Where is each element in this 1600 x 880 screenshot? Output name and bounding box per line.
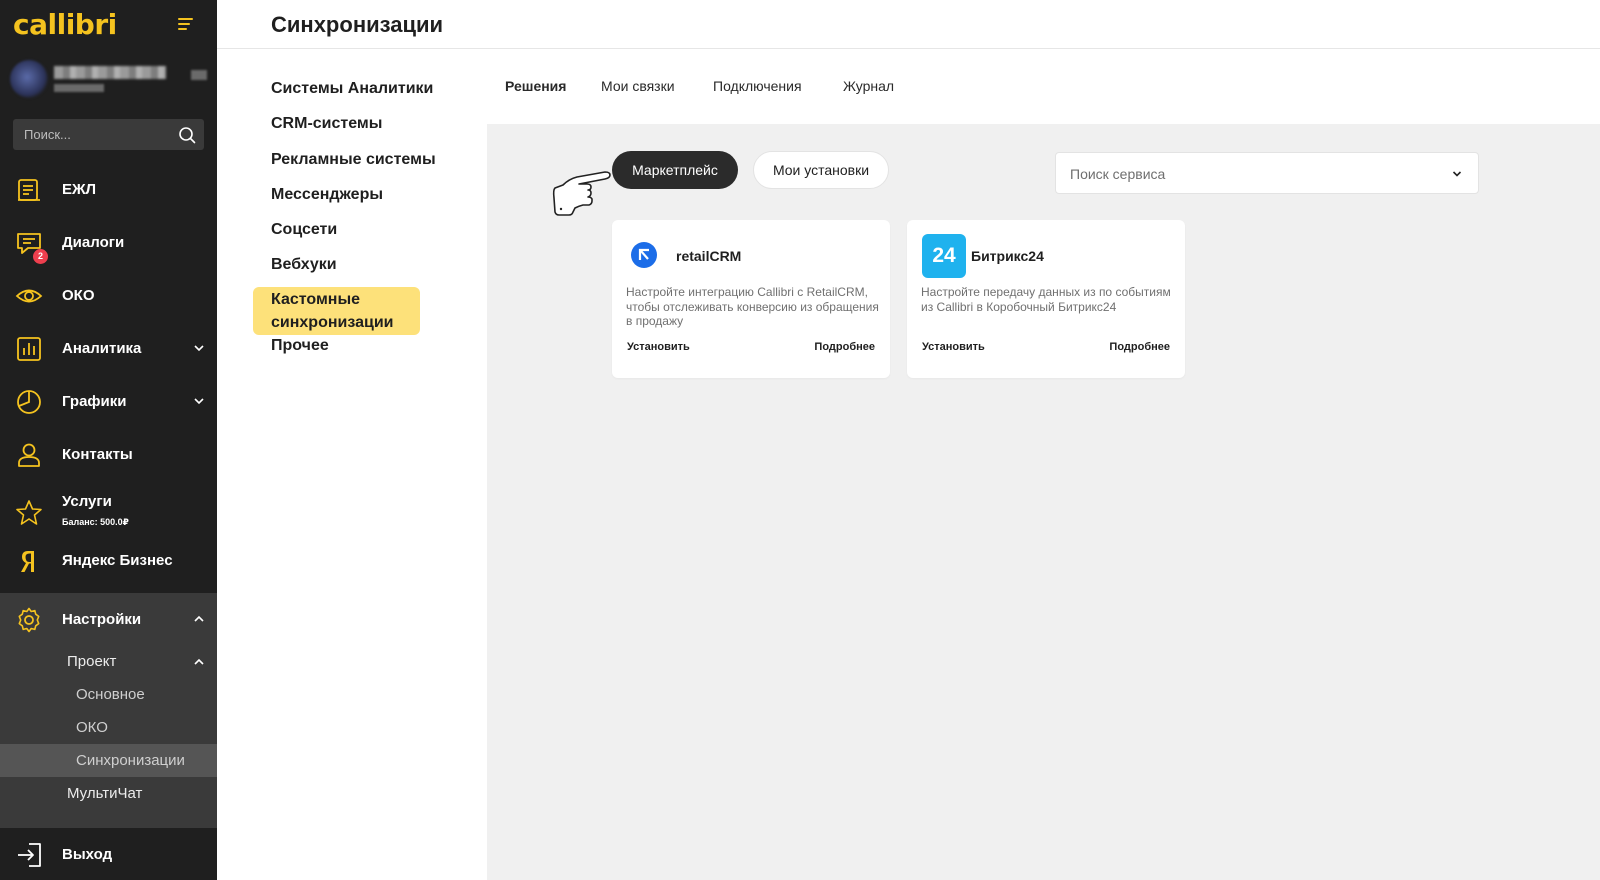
balance-text: Баланс: 500.0₽ [62, 517, 129, 527]
card-title: retailCRM [676, 248, 742, 264]
sidebar-item-charts[interactable]: Графики [0, 375, 217, 427]
chevron-up-icon[interactable] [193, 656, 205, 668]
eye-icon [15, 289, 43, 303]
install-button[interactable]: Установить [922, 341, 985, 353]
card-description: Настройте передачу данных из по событиям… [921, 285, 1171, 314]
tab-journal[interactable]: Журнал [843, 78, 894, 94]
sidebar-item-contacts[interactable]: Контакты [0, 428, 217, 480]
sidebar-header: callibri [0, 0, 217, 52]
sidebar-footer: Выход [0, 828, 217, 880]
bitrix24-logo-icon: 24 [922, 234, 966, 278]
category-other[interactable]: Прочее [271, 334, 329, 357]
install-button[interactable]: Установить [627, 341, 690, 353]
search-icon[interactable] [178, 126, 196, 144]
gear-icon [18, 607, 40, 633]
sidebar-subitem-label: Синхронизации [76, 752, 185, 769]
chevron-down-icon[interactable] [193, 342, 205, 354]
tab-solutions[interactable]: Решения [505, 78, 566, 94]
user-profile[interactable] [10, 60, 210, 100]
retailcrm-logo-icon [631, 234, 657, 268]
unread-badge: 2 [33, 249, 48, 264]
sidebar: callibri ЕЖЛ 2 Диалоги ОКО [0, 0, 217, 880]
user-icon [18, 443, 40, 467]
sidebar-subitem-main[interactable]: Основное [0, 678, 217, 711]
sidebar-item-ezhl[interactable]: ЕЖЛ [0, 163, 217, 215]
sidebar-subitem-label: Основное [76, 686, 145, 703]
main-content: Маркетплейс Мои установки Поиск сервиса … [487, 124, 1600, 880]
chevron-down-icon [1452, 171, 1462, 177]
my-installs-filter-button[interactable]: Мои установки [753, 151, 889, 189]
sidebar-search-input[interactable] [13, 119, 173, 150]
page-title: Синхронизации [271, 12, 444, 37]
chevron-up-icon[interactable] [193, 613, 205, 625]
card-description: Настройте интеграцию Callibri с RetailCR… [626, 285, 879, 328]
category-ads[interactable]: Рекламные системы [271, 148, 436, 171]
integration-card-bitrix24[interactable]: 24 Битрикс24 Настройте передачу данных и… [907, 220, 1185, 378]
sidebar-item-services[interactable]: Услуги Баланс: 500.0₽ [0, 481, 217, 539]
sidebar-item-label: Диалоги [62, 234, 125, 251]
sidebar-subitem-multichat[interactable]: МультиЧат [0, 777, 217, 810]
page-header: Синхронизации [217, 0, 1600, 49]
tab-connections[interactable]: Подключения [713, 78, 802, 94]
logout-label: Выход [62, 846, 113, 863]
profile-name-blurred [54, 66, 166, 79]
app-window: callibri ЕЖЛ 2 Диалоги ОКО [0, 0, 1600, 880]
marketplace-filter-button[interactable]: Маркетплейс [612, 151, 738, 189]
sidebar-item-label: ЕЖЛ [62, 181, 97, 198]
logout-button[interactable]: Выход [0, 828, 217, 880]
sidebar-item-label: ОКО [62, 287, 95, 304]
sidebar-item-settings[interactable]: Настройки [0, 593, 217, 645]
sidebar-subitem-label: МультиЧат [67, 785, 143, 802]
category-custom-sync[interactable]: Кастомные синхронизации [253, 287, 420, 335]
journal-icon [18, 179, 40, 201]
sidebar-item-label: Яндекс Бизнес [62, 552, 173, 569]
card-title: Битрикс24 [971, 248, 1044, 264]
category-social[interactable]: Соцсети [271, 218, 337, 241]
chevron-down-icon[interactable] [193, 395, 205, 407]
sidebar-item-label: Графики [62, 393, 127, 410]
sidebar-subitem-project[interactable]: Проект [0, 645, 217, 678]
sidebar-subitem-sync[interactable]: Синхронизации [0, 744, 217, 777]
bar-chart-icon [17, 337, 41, 361]
yandex-icon [21, 551, 34, 572]
category-list: Системы Аналитики CRM-системы Рекламные … [217, 53, 487, 880]
sidebar-search [13, 119, 204, 150]
category-crm[interactable]: CRM-системы [271, 112, 382, 135]
sidebar-item-label: Контакты [62, 446, 133, 463]
service-search-select[interactable]: Поиск сервиса [1055, 152, 1479, 194]
menu-toggle-icon[interactable] [178, 18, 196, 34]
sidebar-item-yandex-business[interactable]: Яндекс Бизнес [0, 534, 217, 586]
service-search-placeholder: Поиск сервиса [1070, 166, 1166, 182]
sidebar-subitem-label: Проект [67, 653, 117, 670]
star-icon [16, 500, 42, 525]
avatar [10, 60, 48, 98]
sidebar-item-dialogs[interactable]: 2 Диалоги [0, 216, 217, 268]
sidebar-item-label: Настройки [62, 611, 142, 628]
pie-chart-icon [17, 390, 41, 414]
profile-sub-blurred [54, 84, 104, 92]
logout-icon [18, 843, 41, 867]
category-webhooks[interactable]: Вебхуки [271, 253, 337, 276]
brand-logo[interactable]: callibri [13, 8, 117, 41]
category-analytics[interactable]: Системы Аналитики [271, 77, 433, 100]
sidebar-item-label: Услуги [62, 493, 112, 510]
integration-card-retailcrm[interactable]: retailCRM Настройте интеграцию Callibri … [612, 220, 890, 378]
sidebar-subitem-label: ОКО [76, 719, 108, 736]
details-link[interactable]: Подробнее [814, 341, 875, 353]
settings-section: Настройки Проект Основное ОКО Синхрониза… [0, 593, 217, 828]
sidebar-item-label: Аналитика [62, 340, 142, 357]
tab-bar: Решения Мои связки Подключения Журнал [487, 53, 1600, 124]
details-link[interactable]: Подробнее [1109, 341, 1170, 353]
profile-extra-blurred [191, 70, 207, 80]
sidebar-subitem-oko[interactable]: ОКО [0, 711, 217, 744]
sidebar-item-analytics[interactable]: Аналитика [0, 322, 217, 374]
tab-my-links[interactable]: Мои связки [601, 78, 675, 94]
pointing-hand-icon [552, 171, 611, 216]
category-messengers[interactable]: Мессенджеры [271, 183, 383, 206]
sidebar-item-oko[interactable]: ОКО [0, 269, 217, 321]
